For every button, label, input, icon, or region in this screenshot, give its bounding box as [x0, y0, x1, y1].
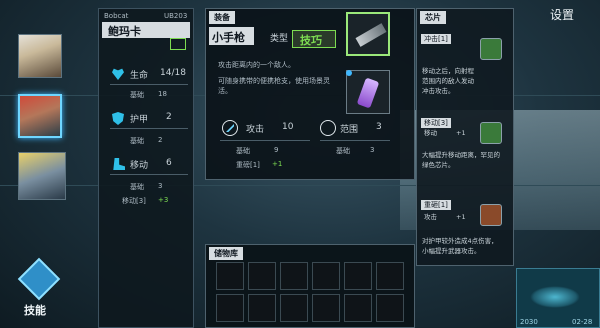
- chip-3-sub-label: 攻击: [424, 213, 437, 221]
- indicator-dot: [346, 70, 352, 76]
- inventory-slot[interactable]: [344, 294, 372, 322]
- chip-3-title: 重砸[1]: [421, 200, 451, 210]
- range-base-value: 3: [370, 146, 375, 154]
- inventory-slot[interactable]: [216, 262, 244, 290]
- cube-icon: [17, 257, 61, 301]
- avatar: [19, 153, 65, 199]
- attack-base-value: 9: [274, 146, 279, 154]
- inventory-header: 储物库: [209, 247, 243, 260]
- range-icon: [320, 120, 336, 136]
- inventory-slot[interactable]: [376, 262, 404, 290]
- type-label: 类型: [270, 34, 289, 44]
- chips-header: 芯片: [420, 11, 446, 24]
- inventory-slot[interactable]: [216, 294, 244, 322]
- hp-base-value: 18: [158, 90, 167, 98]
- portrait-third[interactable]: [18, 152, 66, 200]
- skill-button[interactable]: 技能: [10, 257, 68, 324]
- inventory-slot[interactable]: [248, 262, 276, 290]
- weapon-desc-1: 攻击距离内的一个敌人。: [218, 61, 295, 69]
- inventory-slot[interactable]: [248, 294, 276, 322]
- divider: [220, 140, 310, 141]
- move-bonus-label: 移动[3]: [122, 197, 146, 205]
- armor-base-label: 基础: [130, 137, 144, 145]
- inventory-slot[interactable]: [280, 294, 308, 322]
- attack-base-label: 基础: [236, 147, 250, 155]
- minimap-right-label: 02-28: [572, 318, 593, 326]
- hp-value: 14/18: [160, 68, 186, 78]
- attack-label: 攻击: [246, 125, 265, 135]
- weapon-desc-2: 可随身携带的便携枪支，使用场景灵活。: [218, 77, 330, 95]
- chip-2-sub-value: +1: [456, 129, 466, 137]
- weight-label: 重磅[1]: [236, 161, 260, 169]
- divider: [110, 174, 188, 175]
- equipment-header: 装备: [209, 11, 235, 24]
- divider: [110, 128, 188, 129]
- map-landmass: [530, 286, 580, 308]
- portrait-bobcat[interactable]: [18, 34, 62, 78]
- chip-2-sub-label: 移动: [424, 129, 437, 137]
- character-code: Bobcat: [104, 12, 129, 20]
- avatar: [19, 35, 61, 77]
- chip-3-desc: 对护甲较外造成4点伤害，小幅提升武器攻击。: [422, 237, 498, 255]
- armor-value: 2: [166, 112, 172, 122]
- skill-label: 技能: [24, 304, 46, 317]
- chip-icon[interactable]: [480, 38, 502, 60]
- armor-base-value: 2: [158, 136, 163, 144]
- weapon-slot-pistol[interactable]: [346, 12, 390, 56]
- chip-icon[interactable]: [480, 204, 502, 226]
- weight-value: +1: [272, 160, 283, 168]
- inventory-slot[interactable]: [376, 294, 404, 322]
- range-value: 3: [376, 122, 382, 132]
- hp-label: 生命: [130, 71, 149, 81]
- divider: [320, 140, 390, 141]
- move-bonus-value: +3: [158, 196, 169, 204]
- chip-1-title: 冲击[1]: [421, 34, 451, 44]
- move-base-label: 基础: [130, 183, 144, 191]
- weapon-name: 小手枪: [212, 31, 245, 44]
- move-base-value: 3: [158, 182, 163, 190]
- settings-button[interactable]: 设置: [550, 6, 574, 23]
- avatar: [20, 96, 60, 136]
- chip-1-desc: 移动之后，向射程范围内的敌人发动冲击攻击。: [422, 67, 474, 95]
- move-label: 移动: [130, 161, 149, 171]
- inventory-slot[interactable]: [344, 262, 372, 290]
- character-name: 鲍玛卡: [108, 25, 141, 38]
- character-id: UB203: [164, 12, 188, 20]
- inventory-slot[interactable]: [280, 262, 308, 290]
- pistol-icon: [355, 23, 387, 47]
- type-value: 技巧: [300, 34, 322, 47]
- attack-value: 10: [282, 122, 294, 132]
- chip-icon[interactable]: [480, 122, 502, 144]
- vial-icon: [356, 77, 380, 109]
- range-base-label: 基础: [336, 147, 350, 155]
- inventory-slot[interactable]: [312, 262, 340, 290]
- chip-2-title: 移动[3]: [421, 118, 451, 128]
- chip-3-sub-value: +1: [456, 213, 466, 221]
- range-label: 范围: [340, 125, 359, 135]
- portrait-selected[interactable]: [18, 94, 62, 138]
- armor-label: 护甲: [130, 115, 149, 125]
- hp-base-label: 基础: [130, 91, 144, 99]
- divider: [110, 84, 188, 85]
- move-value: 6: [166, 158, 172, 168]
- rank-icon: [170, 38, 186, 50]
- minimap-left-label: 2030: [520, 318, 538, 326]
- chip-2-desc: 大幅提升移动距离，罕见的绿色芯片。: [422, 151, 500, 169]
- inventory-slot[interactable]: [312, 294, 340, 322]
- weapon-slot-item[interactable]: [346, 70, 390, 114]
